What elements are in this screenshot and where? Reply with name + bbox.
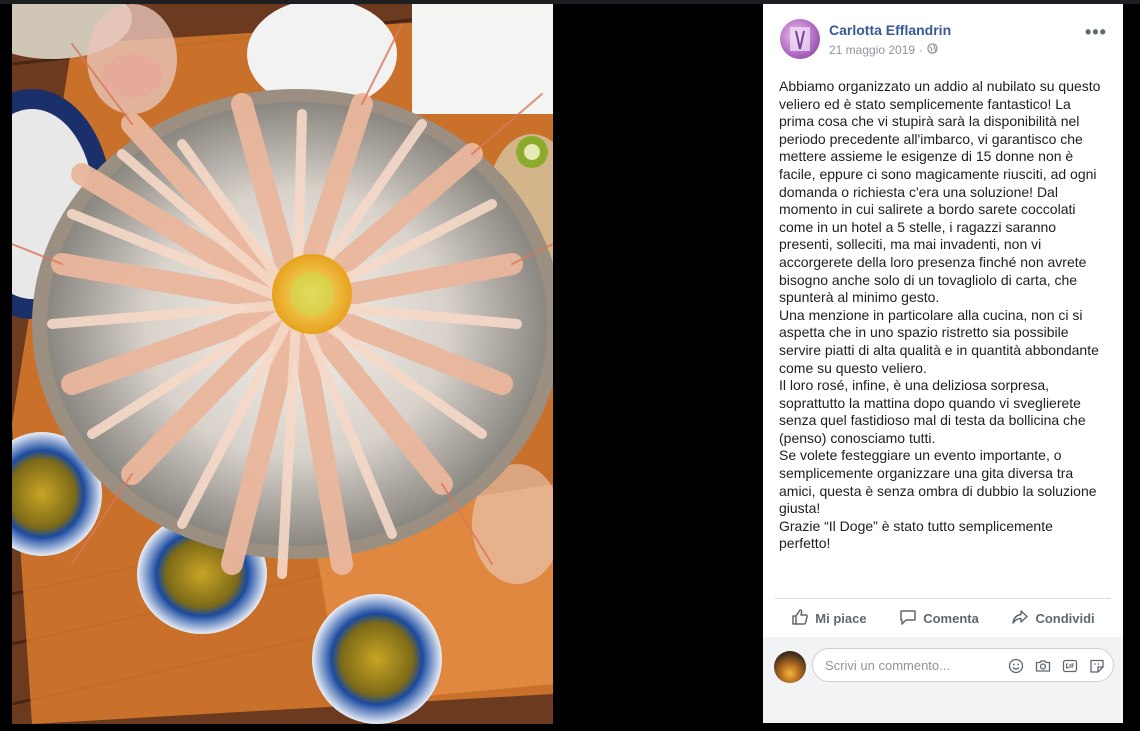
- lightbox-edge: [1123, 4, 1140, 731]
- comment-button[interactable]: Comenta: [899, 608, 979, 629]
- post-photo[interactable]: [12, 4, 553, 724]
- share-arrow-icon: [1011, 608, 1029, 629]
- more-options-button[interactable]: •••: [1085, 22, 1107, 43]
- comment-placeholder: Scrivi un commento...: [825, 658, 950, 673]
- sticker-icon[interactable]: [1088, 657, 1105, 674]
- post-text: Abbiamo organizzato un addio al nubilato…: [779, 78, 1105, 553]
- avatar-image: [790, 27, 810, 51]
- post-paragraph: Una menzione in particolare alla cucina,…: [779, 306, 1099, 376]
- comment-composer: Scrivi un commento...: [763, 637, 1123, 723]
- comment-input[interactable]: Scrivi un commento...: [812, 648, 1114, 682]
- separator-dot: ·: [919, 43, 924, 57]
- like-label: Mi piace: [815, 610, 867, 626]
- post-detail-panel: Carlotta Efflandrin 21 maggio 2019 · •••…: [763, 4, 1123, 723]
- globe-icon[interactable]: [927, 43, 938, 57]
- post-date[interactable]: 21 maggio 2019: [829, 43, 915, 57]
- viewer-avatar[interactable]: [774, 651, 806, 683]
- share-button[interactable]: Condividi: [1011, 608, 1095, 629]
- gif-icon[interactable]: [1061, 657, 1078, 674]
- author-name-link[interactable]: Carlotta Efflandrin: [829, 22, 951, 38]
- langoustine-platter-image: [12, 4, 553, 724]
- share-label: Condividi: [1035, 610, 1095, 626]
- post-actions-bar: Mi piace Comenta Condividi: [775, 600, 1111, 636]
- post-meta: 21 maggio 2019 ·: [829, 43, 938, 57]
- post-paragraph: Il loro rosé, infine, è una deliziosa so…: [779, 377, 1086, 446]
- comment-label: Comenta: [923, 610, 979, 626]
- thumbs-up-icon: [791, 608, 809, 629]
- smiley-icon[interactable]: [1007, 657, 1024, 674]
- post-paragraph: Grazie “Il Doge” è stato tutto semplicem…: [779, 517, 1053, 552]
- actions-divider: [775, 598, 1111, 599]
- post-paragraph: Abbiamo organizzato un addio al nubilato…: [779, 78, 1101, 306]
- speech-bubble-icon: [899, 608, 917, 629]
- like-button[interactable]: Mi piace: [791, 608, 867, 629]
- more-icon: •••: [1085, 22, 1107, 42]
- author-avatar[interactable]: [780, 19, 820, 59]
- comment-tools: [1007, 657, 1105, 674]
- post-paragraph: Se volete festeggiare un evento importan…: [779, 447, 1097, 517]
- lightbox-gap: [553, 4, 763, 731]
- camera-icon[interactable]: [1034, 657, 1051, 674]
